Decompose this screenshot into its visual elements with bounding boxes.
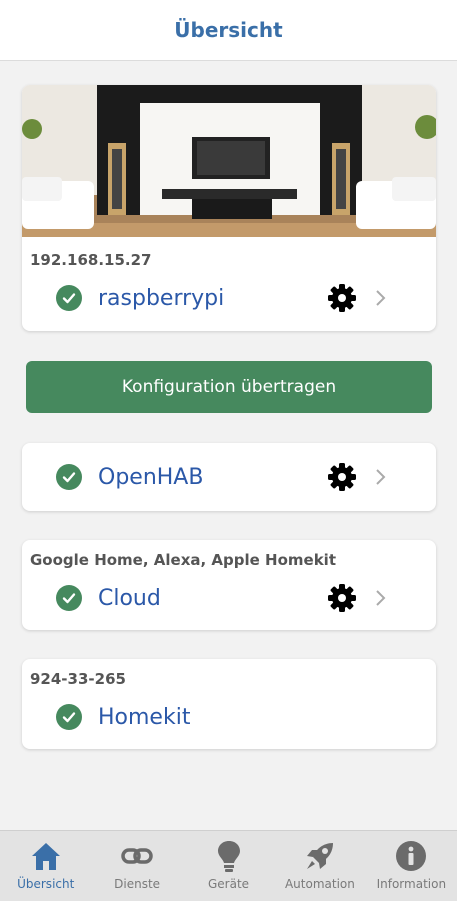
page-title: Übersicht (174, 18, 283, 42)
chevron-right-icon[interactable] (374, 467, 388, 487)
homekit-card[interactable]: 924-33-265 Homekit (22, 659, 436, 749)
living-room-photo (22, 85, 436, 237)
openhab-card[interactable]: OpenHAB (22, 443, 436, 511)
cloud-row[interactable]: Cloud (22, 578, 436, 618)
lightbulb-icon (217, 841, 240, 872)
gear-icon[interactable] (326, 461, 358, 493)
tab-geraete[interactable]: Geräte (183, 831, 274, 901)
cloud-subtitle: Google Home, Alexa, Apple Homekit (30, 551, 336, 569)
tab-dienste[interactable]: Dienste (91, 831, 182, 901)
service-name: Cloud (98, 585, 161, 611)
tab-information[interactable]: Information (366, 831, 457, 901)
check-icon (56, 704, 82, 730)
raspberrypi-row[interactable]: raspberrypi (22, 278, 436, 318)
info-icon (396, 841, 427, 871)
service-name: Homekit (98, 704, 191, 730)
tab-label: Information (376, 877, 447, 891)
chevron-right-icon[interactable] (374, 288, 388, 308)
tab-bar: Übersicht Dienste Geräte Automation Info… (0, 830, 457, 901)
link-icon (121, 848, 153, 864)
rocket-icon (306, 843, 333, 869)
cloud-card[interactable]: Google Home, Alexa, Apple Homekit Cloud (22, 540, 436, 630)
tab-label: Automation (284, 877, 355, 891)
check-icon (56, 585, 82, 611)
check-icon (56, 285, 82, 311)
chevron-right-icon[interactable] (374, 588, 388, 608)
raspberrypi-card[interactable]: 192.168.15.27 raspberrypi (22, 85, 436, 331)
app-header: Übersicht (0, 0, 457, 61)
homekit-code: 924-33-265 (30, 670, 126, 688)
tab-label: Geräte (207, 877, 250, 891)
homekit-row[interactable]: Homekit (22, 697, 436, 737)
ip-address: 192.168.15.27 (30, 251, 152, 269)
gear-icon[interactable] (326, 282, 358, 314)
tab-uebersicht[interactable]: Übersicht (0, 831, 91, 901)
tab-label: Dienste (114, 877, 161, 891)
tab-automation[interactable]: Automation (274, 831, 365, 901)
service-name: OpenHAB (98, 464, 204, 490)
check-icon (56, 464, 82, 490)
gear-icon[interactable] (326, 582, 358, 614)
openhab-row[interactable]: OpenHAB (22, 457, 436, 497)
transfer-config-button[interactable]: Konfiguration übertragen (26, 361, 432, 413)
service-name: raspberrypi (98, 285, 225, 311)
tab-label: Übersicht (17, 877, 75, 891)
home-icon (31, 843, 60, 870)
